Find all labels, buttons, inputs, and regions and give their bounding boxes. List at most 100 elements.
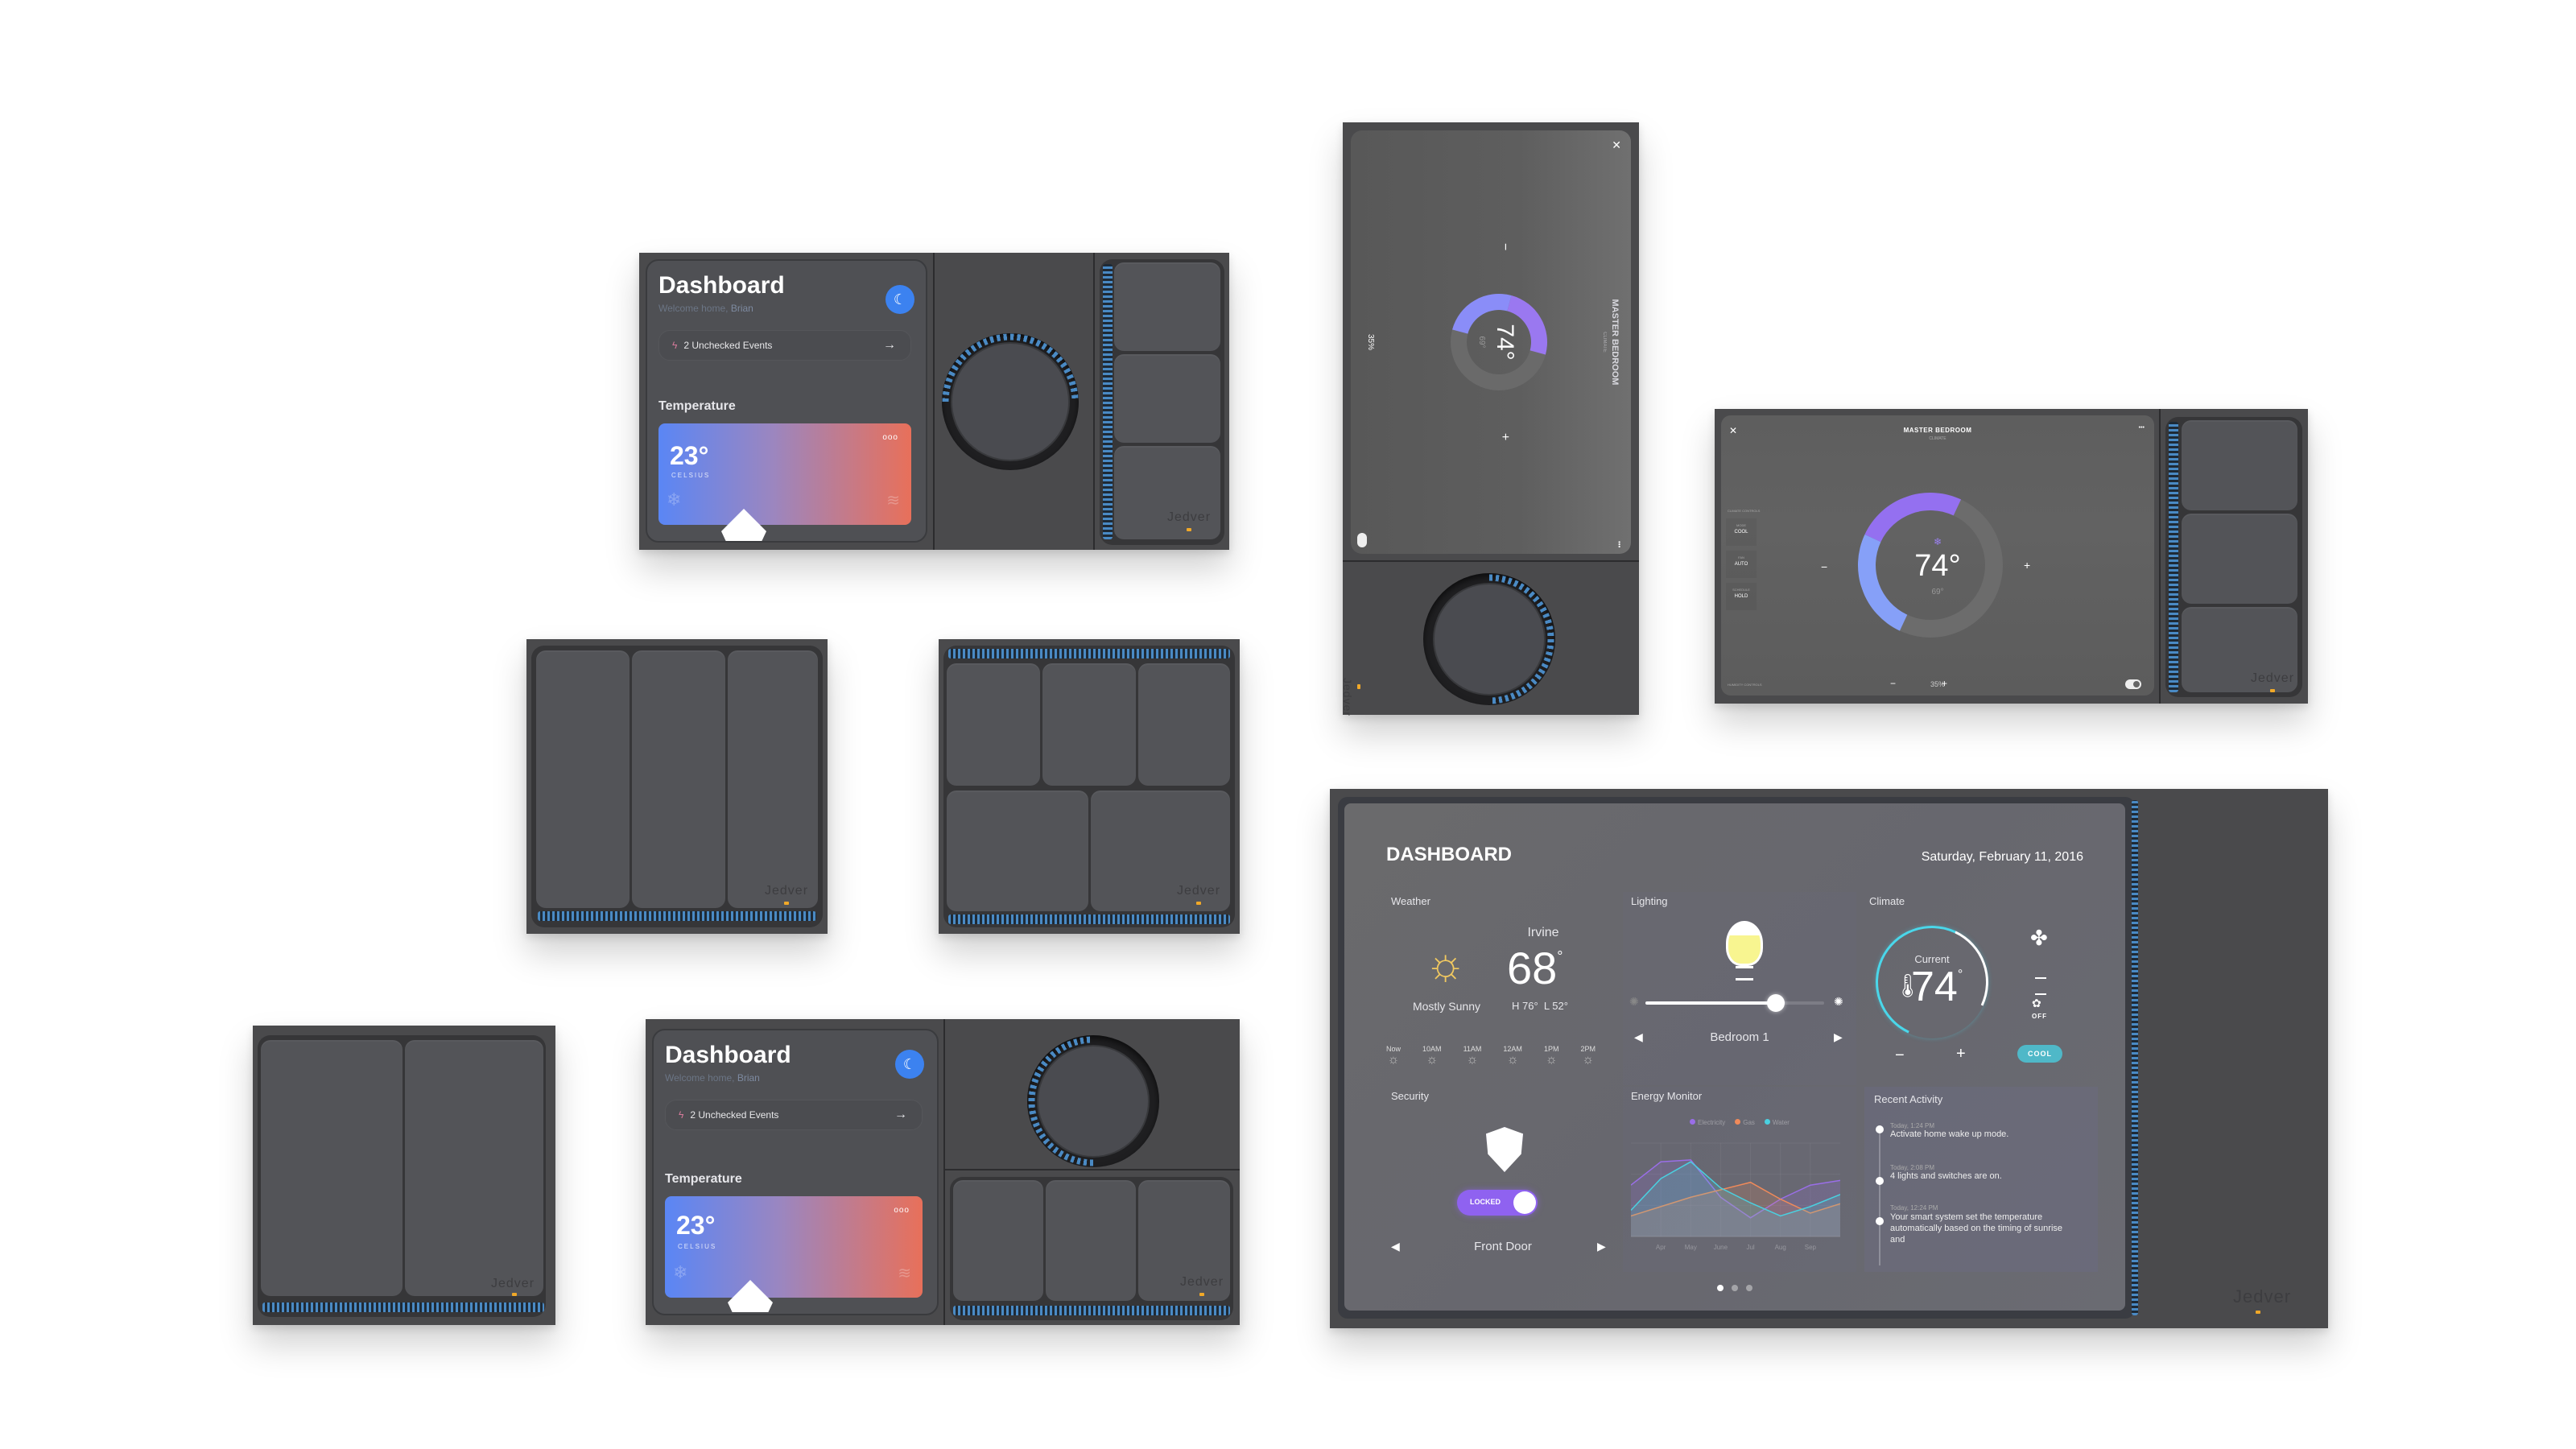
switch-button-2[interactable]: [632, 650, 725, 908]
switch-button-4[interactable]: [947, 791, 1088, 911]
brightness-slider[interactable]: [1645, 994, 1824, 1012]
increase-temp-button[interactable]: +: [2024, 559, 2030, 572]
lighting-heading: Lighting: [1631, 895, 1668, 907]
cool-mode-button[interactable]: COOL: [2017, 1045, 2062, 1063]
sun-icon: ☼: [1545, 1053, 1558, 1067]
lock-toggle[interactable]: LOCKED: [1457, 1190, 1538, 1216]
switch-button-2[interactable]: [1042, 663, 1136, 786]
legend-dot: [1764, 1119, 1770, 1125]
lighting-widget: Lighting ✺ ✺ ◀ Bedroom 1 ▶: [1623, 892, 1856, 1085]
led-strip-top: [948, 649, 1230, 658]
switch-button-2[interactable]: [1114, 354, 1220, 443]
rotary-knob[interactable]: [1038, 1046, 1148, 1156]
weather-condition: Mostly Sunny: [1412, 1000, 1481, 1013]
more-options-icon[interactable]: ooo: [882, 433, 898, 442]
shield-home-icon: [1486, 1127, 1523, 1172]
divider: [2159, 409, 2161, 704]
switch-button-1[interactable]: [536, 650, 630, 908]
device-five-button-switch: Jedver: [939, 639, 1240, 934]
climate-controls-header: CLIMATE CONTROLS: [1728, 509, 1761, 513]
next-door-button[interactable]: ▶: [1597, 1240, 1606, 1253]
snowflake-icon: ❄: [667, 489, 682, 510]
energy-chart: Apr May June Jul Aug Sep: [1631, 1142, 1840, 1251]
prev-room-button[interactable]: ◀: [1634, 1030, 1643, 1044]
heat-icon: ≋: [898, 1265, 911, 1282]
forecast-hour: 10AM ☼: [1422, 1045, 1442, 1067]
legend-item-water: Water: [1764, 1119, 1790, 1126]
humidity-toggle[interactable]: [2125, 679, 2141, 689]
decrease-temp-button[interactable]: −: [1821, 560, 1827, 573]
security-heading: Security: [1391, 1090, 1429, 1102]
moon-icon: ☾: [893, 291, 907, 308]
timeline-dot: [1876, 1217, 1884, 1225]
switch-button-2[interactable]: [405, 1040, 543, 1296]
weather-city: Irvine: [1527, 926, 1559, 939]
switch-button-1[interactable]: [1114, 262, 1220, 351]
device-large-dashboard: DASHBOARD Saturday, February 11, 2016 We…: [1330, 789, 2328, 1328]
unchecked-events-button[interactable]: ϟ 2 Unchecked Events →: [665, 1100, 923, 1130]
climate-screen: ✕ MASTER BEDROOM CLIMATE ••• CLIMATE CON…: [1721, 415, 2154, 696]
brightness-fill: [1645, 1001, 1777, 1005]
humidity-value: 35%: [1366, 333, 1375, 350]
led-strip: [2169, 422, 2178, 692]
humidity-increase-button[interactable]: +: [1942, 678, 1947, 689]
legend-item-electricity: Electricity: [1690, 1119, 1725, 1126]
increase-temp-button[interactable]: +: [1497, 433, 1512, 440]
decrease-temp-button[interactable]: −: [1497, 243, 1512, 250]
activity-time: Today, 2:08 PM: [1890, 1164, 1934, 1171]
unchecked-events-button[interactable]: ϟ 2 Unchecked Events →: [658, 330, 911, 361]
temperature-card[interactable]: 23° CELSIUS ooo ❄ ≋: [658, 423, 911, 525]
snowflake-icon: ❄: [673, 1262, 688, 1282]
climate-increase-button[interactable]: +: [1956, 1045, 1966, 1063]
activity-text: Your smart system set the temperature au…: [1890, 1212, 2063, 1245]
activity-item[interactable]: Today, 1:24 PM Activate home wake up mod…: [1876, 1122, 2085, 1139]
switch-button-3[interactable]: [728, 650, 818, 908]
fan-off-icon[interactable]: ✿: [2032, 997, 2041, 1010]
climate-decrease-button[interactable]: −: [1895, 1046, 1905, 1065]
more-icon[interactable]: •••: [1616, 541, 1623, 547]
device-dashboard-knob-three-gang: Dashboard Welcome home, Brian ☾ ϟ 2 Unch…: [646, 1019, 1240, 1325]
switch-button-1[interactable]: [947, 663, 1040, 786]
dashboard-title: Dashboard: [665, 1042, 791, 1068]
sun-icon: ☼: [1506, 1053, 1519, 1067]
temperature-card[interactable]: 23° CELSIUS ooo ❄ ≋: [665, 1196, 923, 1298]
humidity-toggle[interactable]: [1357, 533, 1367, 547]
next-room-button[interactable]: ▶: [1834, 1030, 1843, 1044]
brand-logo: Jedver: [1341, 678, 1354, 717]
switch-button-3[interactable]: [1138, 663, 1230, 786]
climate-current-temp: 74°: [1911, 964, 1963, 1010]
switch-button-1[interactable]: [953, 1180, 1043, 1301]
rotary-knob[interactable]: [1435, 584, 1544, 694]
brightness-thumb[interactable]: [1767, 994, 1785, 1012]
switch-button-2[interactable]: [1046, 1180, 1136, 1301]
activity-heading: Recent Activity: [1874, 1093, 1943, 1105]
temperature-value: 23°: [670, 441, 709, 470]
night-mode-button[interactable]: ☾: [886, 285, 914, 314]
page-dot[interactable]: [1746, 1285, 1752, 1291]
activity-item[interactable]: Today, 12:24 PM Your smart system set th…: [1876, 1204, 2077, 1245]
prev-door-button[interactable]: ◀: [1391, 1240, 1400, 1253]
x-tick-label: June: [1714, 1244, 1728, 1251]
switch-button-1[interactable]: [261, 1040, 402, 1296]
more-options-icon[interactable]: ooo: [894, 1206, 910, 1215]
legend-dot: [1735, 1119, 1741, 1125]
brand-logo: Jedver: [2233, 1286, 2292, 1307]
activity-item[interactable]: Today, 2:08 PM 4 lights and switches are…: [1876, 1164, 2085, 1185]
more-options-icon[interactable]: •••: [2139, 425, 2145, 431]
fan-speed-icon[interactable]: [2035, 977, 2046, 995]
switch-button-3[interactable]: [1114, 446, 1220, 539]
dim-icon: ✺: [1629, 995, 1639, 1008]
fan-icon[interactable]: ✤: [2030, 926, 2048, 951]
x-tick-label: Aug: [1775, 1244, 1786, 1251]
page-dot[interactable]: [1732, 1285, 1738, 1291]
divider: [933, 253, 935, 550]
status-led: [1199, 1293, 1204, 1296]
rotary-knob[interactable]: [952, 344, 1068, 460]
switch-button-1[interactable]: [2182, 420, 2297, 510]
sun-icon: ☼: [1387, 1053, 1400, 1067]
night-mode-button[interactable]: ☾: [895, 1050, 924, 1079]
current-temp: 69°: [1477, 336, 1486, 349]
page-dot[interactable]: [1717, 1285, 1724, 1291]
switch-button-2[interactable]: [2182, 514, 2297, 604]
status-led: [784, 902, 789, 905]
